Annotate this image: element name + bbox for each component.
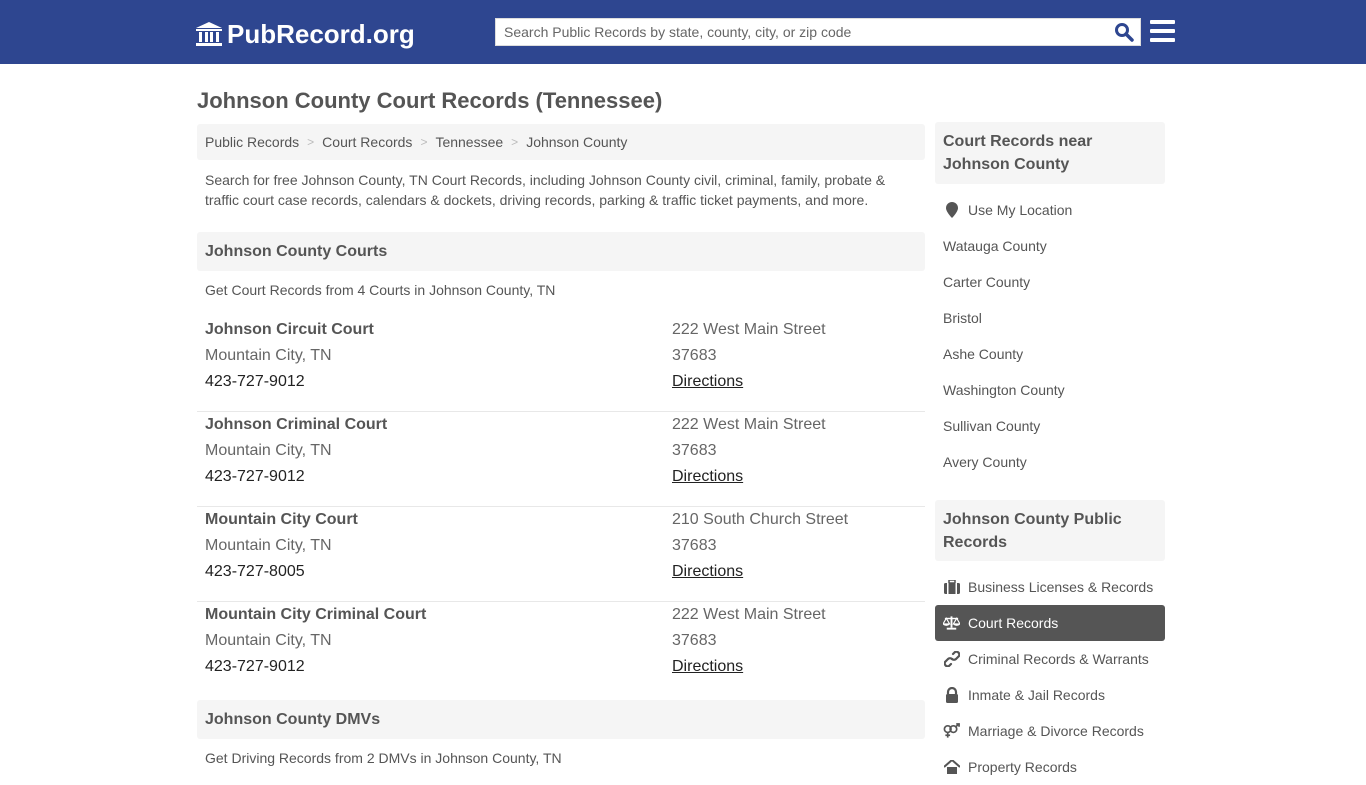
court-address: 222 West Main Street <box>672 606 826 623</box>
sidebar-item-label: Business Licenses & Records <box>968 579 1154 595</box>
map-marker-icon <box>943 202 960 218</box>
dmv-section-heading: Johnson County DMVs <box>197 700 925 739</box>
court-name: Mountain City Criminal Court <box>205 606 427 623</box>
sidebar-item-marriage-records[interactable]: Marriage & Divorce Records <box>935 713 1165 749</box>
court-phone: 423-727-9012 <box>205 658 305 675</box>
breadcrumb-separator: > <box>307 135 315 149</box>
court-phone: 423-727-8005 <box>205 563 305 580</box>
court-name: Johnson Criminal Court <box>205 416 388 433</box>
court-zip: 37683 <box>672 537 717 554</box>
use-my-location-label: Use My Location <box>968 202 1073 218</box>
menu-bar <box>1150 20 1175 24</box>
page-title: Johnson County Court Records (Tennessee) <box>197 88 663 113</box>
directions-link[interactable]: Directions <box>672 658 743 676</box>
hamburger-menu-button[interactable] <box>1150 20 1176 42</box>
search-icon <box>1115 23 1134 42</box>
court-entry: Johnson Criminal Court Mountain City, TN… <box>197 412 925 507</box>
home-icon <box>943 759 960 775</box>
directions-link[interactable]: Directions <box>672 468 743 486</box>
nearby-link[interactable]: Ashe County <box>935 336 1165 372</box>
sidebar-item-label: Property Records <box>968 759 1077 775</box>
briefcase-icon <box>943 579 960 595</box>
sidebar-item-label: Marriage & Divorce Records <box>968 723 1144 739</box>
sidebar-item-court-records[interactable]: Court Records <box>935 605 1165 641</box>
lock-icon <box>943 687 960 703</box>
nearby-link[interactable]: Avery County <box>935 444 1165 480</box>
court-zip: 37683 <box>672 442 717 459</box>
court-address: 210 South Church Street <box>672 511 849 528</box>
court-entry: Mountain City Court Mountain City, TN 42… <box>197 507 925 602</box>
court-zip: 37683 <box>672 632 717 649</box>
court-entry: Mountain City Criminal Court Mountain Ci… <box>197 602 925 697</box>
court-city: Mountain City, TN <box>205 632 332 649</box>
public-records-heading: Johnson County Public Records <box>935 500 1165 561</box>
court-city: Mountain City, TN <box>205 347 332 364</box>
sidebar-item-business-licenses[interactable]: Business Licenses & Records <box>935 569 1165 605</box>
court-city: Mountain City, TN <box>205 442 332 459</box>
court-phone: 423-727-9012 <box>205 468 305 485</box>
courts-section-subtitle: Get Court Records from 4 Courts in Johns… <box>205 282 556 298</box>
breadcrumb-current: Johnson County <box>526 134 628 150</box>
court-entry: Johnson Circuit Court Mountain City, TN … <box>197 317 925 412</box>
breadcrumb-separator: > <box>511 135 519 149</box>
courthouse-icon <box>196 22 222 46</box>
sidebar-item-label: Court Records <box>968 615 1059 631</box>
nearby-link[interactable]: Carter County <box>935 264 1165 300</box>
link-icon <box>943 651 960 667</box>
directions-link[interactable]: Directions <box>672 563 743 581</box>
gender-icon <box>943 723 960 739</box>
nearby-link[interactable]: Sullivan County <box>935 408 1165 444</box>
logo-text: PubRecord.org <box>227 18 415 49</box>
search-button[interactable] <box>1112 21 1136 43</box>
search-box <box>495 18 1141 46</box>
dmv-section-subtitle: Get Driving Records from 2 DMVs in Johns… <box>205 750 562 766</box>
court-phone: 423-727-9012 <box>205 373 305 390</box>
sidebar-item-criminal-records[interactable]: Criminal Records & Warrants <box>935 641 1165 677</box>
site-header: PubRecord.org <box>0 0 1366 64</box>
directions-link[interactable]: Directions <box>672 373 743 391</box>
court-city: Mountain City, TN <box>205 537 332 554</box>
breadcrumb-separator: > <box>420 135 428 149</box>
court-name: Johnson Circuit Court <box>205 321 374 338</box>
breadcrumb-tennessee[interactable]: Tennessee <box>435 134 503 150</box>
nearby-link[interactable]: Watauga County <box>935 228 1165 264</box>
court-zip: 37683 <box>672 347 717 364</box>
breadcrumb-court-records[interactable]: Court Records <box>322 134 412 150</box>
use-my-location-link[interactable]: Use My Location <box>935 192 1165 228</box>
sidebar-item-label: Inmate & Jail Records <box>968 687 1105 703</box>
menu-bar <box>1150 38 1175 42</box>
court-address: 222 West Main Street <box>672 321 826 338</box>
court-address: 222 West Main Street <box>672 416 826 433</box>
breadcrumb: Public Records > Court Records > Tenness… <box>197 124 925 160</box>
courts-section-heading: Johnson County Courts <box>197 232 925 271</box>
scale-icon <box>943 615 960 631</box>
menu-bar <box>1150 29 1175 33</box>
nearby-link[interactable]: Washington County <box>935 372 1165 408</box>
intro-text: Search for free Johnson County, TN Court… <box>205 172 886 208</box>
search-input[interactable] <box>496 19 1106 45</box>
breadcrumb-public-records[interactable]: Public Records <box>205 134 299 150</box>
sidebar-item-inmate-records[interactable]: Inmate & Jail Records <box>935 677 1165 713</box>
sidebar-item-label: Criminal Records & Warrants <box>968 651 1149 667</box>
nearby-heading: Court Records near Johnson County <box>935 122 1165 184</box>
sidebar-item-property-records[interactable]: Property Records <box>935 749 1165 785</box>
court-name: Mountain City Court <box>205 511 358 528</box>
site-logo[interactable]: PubRecord.org <box>195 17 415 51</box>
nearby-link[interactable]: Bristol <box>935 300 1165 336</box>
